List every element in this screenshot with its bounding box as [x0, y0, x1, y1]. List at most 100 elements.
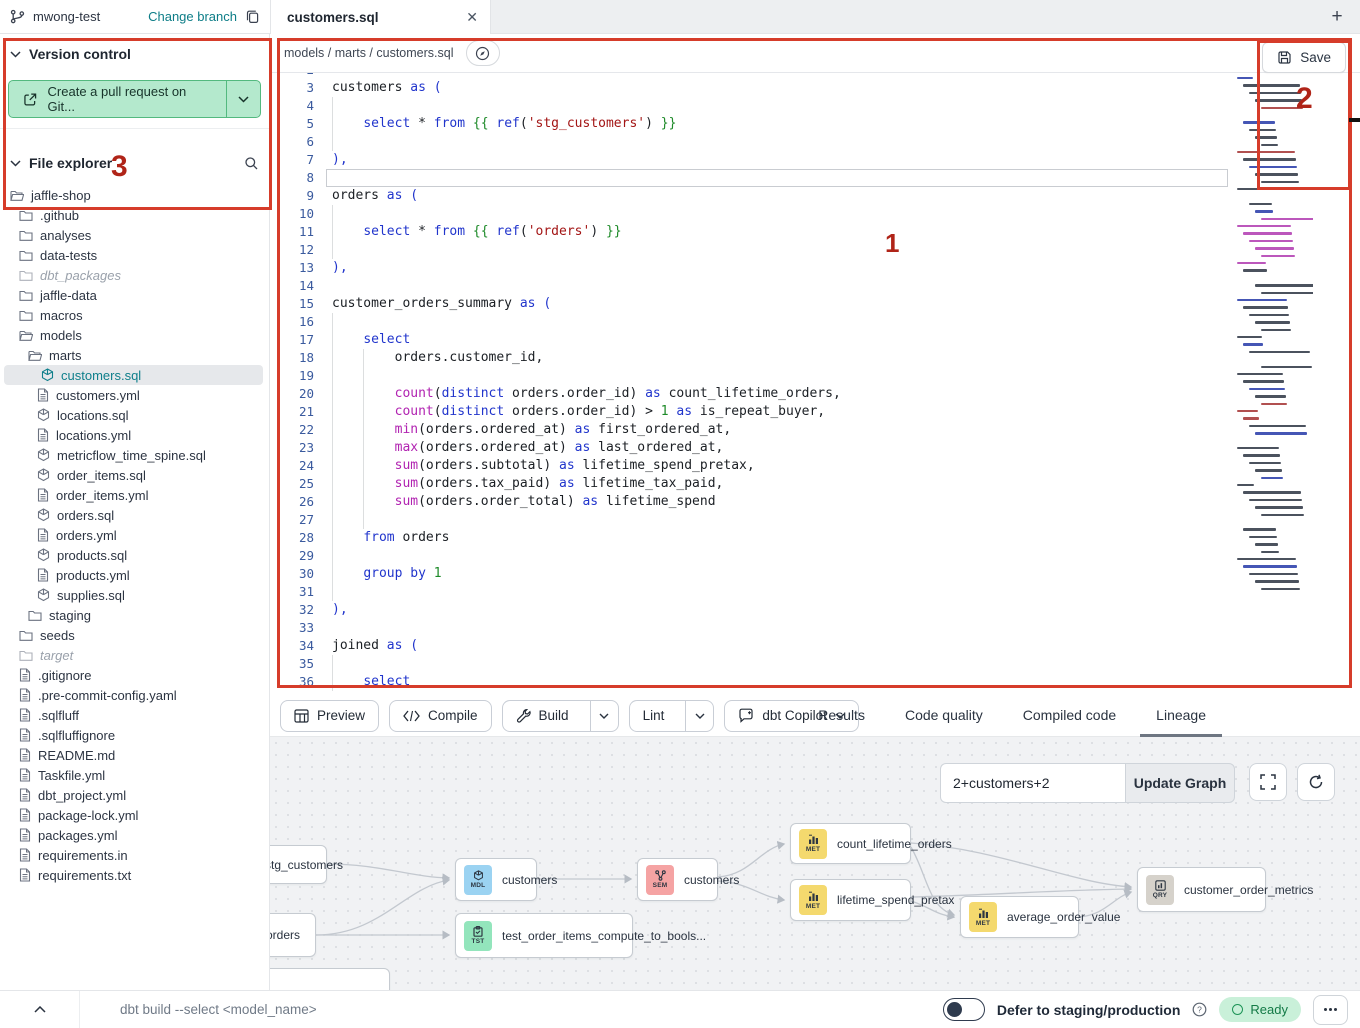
lineage-node-orders[interactable]: MDLorders: [270, 913, 316, 957]
tree-item--gitignore[interactable]: .gitignore: [0, 665, 269, 685]
defer-toggle[interactable]: [943, 998, 985, 1021]
code-line-25[interactable]: 25 sum(orders.tax_paid) as lifetime_tax_…: [270, 475, 1360, 493]
build-button[interactable]: Build: [503, 701, 582, 731]
version-control-header[interactable]: Version control: [0, 34, 269, 72]
tree-item-readme-md[interactable]: README.md: [0, 745, 269, 765]
pr-dropdown-caret[interactable]: [226, 81, 260, 117]
code-line-35[interactable]: 35: [270, 655, 1360, 673]
tree-item-taskfile-yml[interactable]: Taskfile.yml: [0, 765, 269, 785]
tree-item--github[interactable]: .github: [0, 205, 269, 225]
lineage-node-stg-customers[interactable]: MDLstg_customers: [270, 845, 327, 884]
tab-results[interactable]: Results: [802, 695, 881, 737]
copy-icon[interactable]: [245, 9, 260, 24]
code-line-19[interactable]: 19: [270, 367, 1360, 385]
code-line-4[interactable]: 4: [270, 97, 1360, 115]
update-graph-button[interactable]: Update Graph: [1125, 763, 1235, 803]
code-line-26[interactable]: 26 sum(orders.order_total) as lifetime_s…: [270, 493, 1360, 511]
help-icon[interactable]: ?: [1192, 1002, 1207, 1017]
tree-item--pre-commit-config-yaml[interactable]: .pre-commit-config.yaml: [0, 685, 269, 705]
code-line-14[interactable]: 14: [270, 277, 1360, 295]
lineage-node-customer-order-metrics[interactable]: QRYcustomer_order_metrics: [1137, 867, 1266, 912]
code-line-9[interactable]: 9orders as (: [270, 187, 1360, 205]
tree-item-order-items-sql[interactable]: order_items.sql: [0, 465, 269, 485]
code-line-18[interactable]: 18 orders.customer_id,: [270, 349, 1360, 367]
more-options-button[interactable]: [1313, 995, 1348, 1025]
tree-item-package-lock-yml[interactable]: package-lock.yml: [0, 805, 269, 825]
tree-item-products-yml[interactable]: products.yml: [0, 565, 269, 585]
code-line-12[interactable]: 12: [270, 241, 1360, 259]
tree-item-products-sql[interactable]: products.sql: [0, 545, 269, 565]
code-line-31[interactable]: 31: [270, 583, 1360, 601]
tree-item-metricflow-time-spine-sql[interactable]: metricflow_time_spine.sql: [0, 445, 269, 465]
code-line-29[interactable]: 29: [270, 547, 1360, 565]
tree-item-requirements-txt[interactable]: requirements.txt: [0, 865, 269, 885]
status-badge-ready[interactable]: Ready: [1219, 997, 1301, 1022]
tree-item-jaffle-data[interactable]: jaffle-data: [0, 285, 269, 305]
tree-item-requirements-in[interactable]: requirements.in: [0, 845, 269, 865]
tree-item-target[interactable]: target: [0, 645, 269, 665]
lineage-node-lifetime-spend-pretax[interactable]: METlifetime_spend_pretax: [790, 879, 911, 921]
lineage-node-partial[interactable]: [270, 968, 390, 990]
code-line-20[interactable]: 20 count(distinct orders.order_id) as co…: [270, 385, 1360, 403]
tree-item-analyses[interactable]: analyses: [0, 225, 269, 245]
code-line-5[interactable]: 5 select * from {{ ref('stg_customers') …: [270, 115, 1360, 133]
save-button[interactable]: Save: [1262, 42, 1346, 73]
code-line-16[interactable]: 16: [270, 313, 1360, 331]
minimap[interactable]: [1233, 73, 1313, 613]
add-tab-button[interactable]: +: [1324, 4, 1350, 30]
tab-customers-sql[interactable]: customers.sql ✕: [271, 0, 491, 34]
tree-item--sqlfluffignore[interactable]: .sqlfluffignore: [0, 725, 269, 745]
file-explorer-header[interactable]: File explorer: [0, 143, 269, 181]
tree-item-marts[interactable]: marts: [0, 345, 269, 365]
tree-item-dbt-packages[interactable]: dbt_packages: [0, 265, 269, 285]
lineage-node-count-lifetime-orders[interactable]: METcount_lifetime_orders: [790, 823, 911, 864]
compass-button[interactable]: [466, 40, 500, 66]
tree-item--sqlfluff[interactable]: .sqlfluff: [0, 705, 269, 725]
collapse-panel-button[interactable]: [0, 991, 80, 1028]
code-line-24[interactable]: 24 sum(orders.subtotal) as lifetime_spen…: [270, 457, 1360, 475]
tab-compiled-code[interactable]: Compiled code: [1007, 695, 1132, 737]
code-line-36[interactable]: 36 select: [270, 673, 1360, 691]
tree-item-packages-yml[interactable]: packages.yml: [0, 825, 269, 845]
tab-lineage[interactable]: Lineage: [1140, 695, 1222, 737]
code-line-13[interactable]: 13),: [270, 259, 1360, 277]
tree-item-macros[interactable]: macros: [0, 305, 269, 325]
tab-code-quality[interactable]: Code quality: [889, 695, 999, 737]
cli-command-text[interactable]: dbt build --select <model_name>: [120, 1002, 317, 1017]
code-line-27[interactable]: 27: [270, 511, 1360, 529]
code-line-30[interactable]: 30 group by 1: [270, 565, 1360, 583]
lineage-node-average-order-value[interactable]: METaverage_order_value: [960, 896, 1079, 938]
code-line-28[interactable]: 28 from orders: [270, 529, 1360, 547]
code-line-6[interactable]: 6: [270, 133, 1360, 151]
search-icon[interactable]: [244, 156, 259, 171]
tree-item-staging[interactable]: staging: [0, 605, 269, 625]
lint-button[interactable]: Lint: [630, 701, 678, 731]
tree-item-locations-sql[interactable]: locations.sql: [0, 405, 269, 425]
change-branch-link[interactable]: Change branch: [148, 9, 237, 24]
tree-item-locations-yml[interactable]: locations.yml: [0, 425, 269, 445]
tree-item-seeds[interactable]: seeds: [0, 625, 269, 645]
code-line-21[interactable]: 21 count(distinct orders.order_id) > 1 a…: [270, 403, 1360, 421]
tree-item-models[interactable]: models: [0, 325, 269, 345]
lineage-node-customers[interactable]: SEMcustomers: [637, 858, 718, 901]
tree-item-orders-yml[interactable]: orders.yml: [0, 525, 269, 545]
code-line-32[interactable]: 32),: [270, 601, 1360, 619]
tree-item-data-tests[interactable]: data-tests: [0, 245, 269, 265]
refresh-button[interactable]: [1297, 763, 1335, 801]
lineage-selector-input[interactable]: [940, 763, 1125, 803]
code-line-8[interactable]: 8: [270, 169, 1360, 187]
tree-item-customers-sql[interactable]: customers.sql: [4, 365, 263, 385]
build-dropdown-caret[interactable]: [590, 701, 618, 731]
code-line-22[interactable]: 22 min(orders.ordered_at) as first_order…: [270, 421, 1360, 439]
compile-button[interactable]: Compile: [389, 700, 492, 732]
code-line-17[interactable]: 17 select: [270, 331, 1360, 349]
preview-button[interactable]: Preview: [280, 700, 379, 732]
code-line-10[interactable]: 10: [270, 205, 1360, 223]
code-line-34[interactable]: 34joined as (: [270, 637, 1360, 655]
code-line-3[interactable]: 3customers as (: [270, 79, 1360, 97]
create-pull-request-main[interactable]: Create a pull request on Git...: [9, 81, 226, 117]
lineage-node-test-order-items-compute-to-bools-[interactable]: TSTtest_order_items_compute_to_bools...: [455, 913, 633, 958]
tree-item-supplies-sql[interactable]: supplies.sql: [0, 585, 269, 605]
lineage-panel[interactable]: MDLstg_customersMDLordersMDLcustomersTST…: [270, 737, 1360, 990]
code-line-7[interactable]: 7),: [270, 151, 1360, 169]
